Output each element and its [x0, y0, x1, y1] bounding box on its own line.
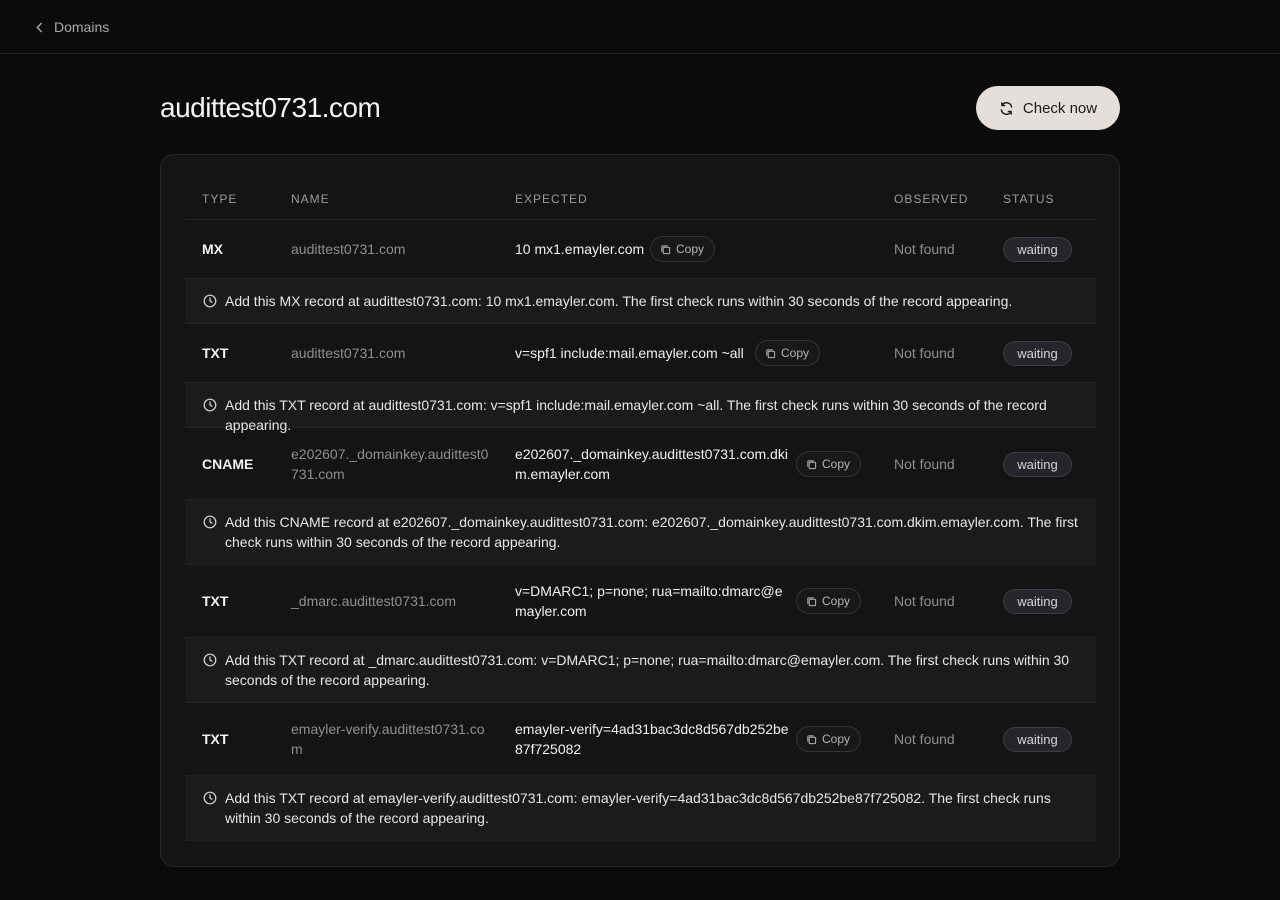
- table-row: CNAME e202607._domainkey.audittest0731.c…: [185, 428, 1096, 500]
- record-hint: Add this MX record at audittest0731.com:…: [185, 279, 1096, 324]
- check-now-label: Check now: [1022, 99, 1098, 117]
- header-type: TYPE: [202, 192, 238, 206]
- record-expected: 10 mx1.emayler.com: [515, 241, 645, 257]
- record-type: CNAME: [202, 456, 254, 472]
- record-hint: Add this TXT record at _dmarc.audittest0…: [185, 638, 1096, 703]
- table-header: TYPE NAME EXPECTED OBSERVED STATUS: [185, 179, 1096, 220]
- page-title: audittest0731.com: [160, 92, 381, 123]
- copy-button[interactable]: Copy: [796, 451, 862, 477]
- dns-records-card: TYPE NAME EXPECTED OBSERVED STATUS MX au…: [160, 154, 1120, 867]
- clock-icon: [203, 294, 217, 308]
- status-badge: waiting: [1003, 452, 1072, 477]
- record-name: e202607._domainkey.audittest0731.com: [291, 446, 489, 482]
- record-observed: Not found: [894, 593, 955, 609]
- record-name: audittest0731.com: [291, 241, 406, 257]
- copy-icon: [807, 459, 817, 469]
- record-type: TXT: [202, 345, 229, 361]
- status-badge: waiting: [1003, 589, 1072, 614]
- record-type: TXT: [202, 731, 229, 747]
- record-observed: Not found: [894, 345, 955, 361]
- copy-button[interactable]: Copy: [796, 726, 862, 752]
- table-row: TXT _dmarc.audittest0731.com v=DMARC1; p…: [185, 565, 1096, 638]
- clock-icon: [203, 515, 217, 529]
- table-row: TXT audittest0731.com v=spf1 include:mai…: [185, 324, 1096, 383]
- copy-label: Copy: [676, 242, 705, 256]
- chevron-left-icon: [36, 22, 43, 32]
- record-observed: Not found: [894, 241, 955, 257]
- copy-label: Copy: [822, 732, 851, 746]
- header-observed: OBSERVED: [894, 192, 969, 206]
- hint-text: Add this CNAME record at e202607._domain…: [225, 514, 1078, 550]
- check-now-button[interactable]: Check now: [976, 86, 1120, 130]
- record-expected: v=spf1 include:mail.emayler.com ~all: [515, 345, 744, 361]
- dns-records-table: TYPE NAME EXPECTED OBSERVED STATUS MX au…: [185, 179, 1096, 841]
- hint-text: Add this TXT record at emayler-verify.au…: [225, 790, 1051, 826]
- status-badge: waiting: [1003, 237, 1072, 262]
- copy-button[interactable]: Copy: [755, 340, 821, 366]
- copy-button[interactable]: Copy: [796, 588, 862, 614]
- record-expected: emayler-verify=4ad31bac3dc8d567db252be87…: [515, 721, 789, 757]
- copy-button[interactable]: Copy: [650, 236, 716, 262]
- refresh-icon: [1000, 101, 1013, 115]
- record-expected: v=DMARC1; p=none; rua=mailto:dmarc@emayl…: [515, 583, 783, 619]
- clock-icon: [203, 398, 217, 412]
- record-name: _dmarc.audittest0731.com: [291, 593, 456, 609]
- header-expected: EXPECTED: [515, 192, 588, 206]
- top-bar: Domains: [0, 0, 1280, 54]
- hint-text: Add this TXT record at _dmarc.audittest0…: [225, 652, 1070, 688]
- copy-icon: [661, 244, 671, 254]
- copy-label: Copy: [822, 457, 851, 471]
- clock-icon: [203, 791, 217, 805]
- hint-text: Add this MX record at audittest0731.com:…: [225, 293, 1013, 309]
- table-row: MX audittest0731.com 10 mx1.emayler.com …: [185, 220, 1096, 279]
- header-status: STATUS: [1003, 192, 1055, 206]
- copy-icon: [807, 734, 817, 744]
- copy-icon: [766, 348, 776, 358]
- record-type: MX: [202, 241, 223, 257]
- table-row: TXT emayler-verify.audittest0731.com ema…: [185, 703, 1096, 776]
- clock-icon: [203, 653, 217, 667]
- copy-label: Copy: [781, 346, 810, 360]
- record-hint: Add this CNAME record at e202607._domain…: [185, 500, 1096, 565]
- back-link-label: Domains: [54, 19, 110, 35]
- record-name: emayler-verify.audittest0731.com: [291, 721, 485, 757]
- record-observed: Not found: [894, 731, 955, 747]
- record-type: TXT: [202, 593, 229, 609]
- record-expected: e202607._domainkey.audittest0731.com.dki…: [515, 446, 788, 482]
- header-name: NAME: [291, 192, 330, 206]
- record-name: audittest0731.com: [291, 345, 406, 361]
- copy-icon: [807, 596, 817, 606]
- record-hint: Add this TXT record at emayler-verify.au…: [185, 776, 1096, 841]
- record-observed: Not found: [894, 456, 955, 472]
- record-hint: Add this TXT record at audittest0731.com…: [185, 383, 1096, 433]
- copy-label: Copy: [822, 594, 851, 608]
- status-badge: waiting: [1003, 341, 1072, 366]
- back-to-domains-link[interactable]: Domains: [34, 17, 109, 37]
- status-badge: waiting: [1003, 727, 1072, 752]
